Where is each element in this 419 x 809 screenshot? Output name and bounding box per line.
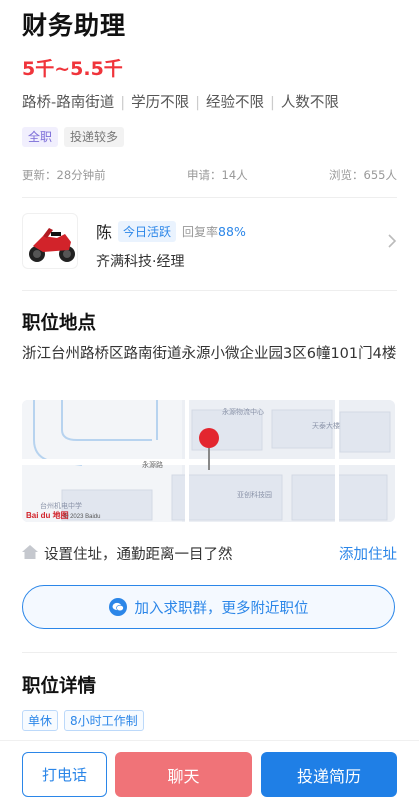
stat-updated: 更新：28分钟前 bbox=[22, 168, 106, 182]
map-place-d: 台州机电中学 bbox=[40, 501, 82, 510]
meta-area: 路桥-路南街道 bbox=[22, 95, 115, 111]
recruiter-name: 陈 bbox=[96, 223, 113, 242]
job-address: 浙江台州路桥区路南街道永源小微企业园3区6幢101门4楼 bbox=[22, 346, 397, 362]
divider bbox=[22, 290, 397, 291]
salary: 5千~5.5千 bbox=[22, 58, 123, 80]
commute-hint: 设置住址，通勤距离一目了然 bbox=[44, 547, 233, 563]
recruiter-company: 齐满科技·经理 bbox=[96, 254, 185, 270]
job-meta: 路桥-路南街道 | 学历不限 | 经验不限 | 人数不限 bbox=[22, 95, 339, 111]
map-road-label: 永源路 bbox=[142, 460, 163, 469]
divider bbox=[22, 652, 397, 653]
chevron-right-icon bbox=[388, 234, 397, 248]
call-button[interactable]: 打电话 bbox=[22, 752, 107, 797]
bottom-action-bar: 打电话 聊天 投递简历 bbox=[0, 740, 419, 809]
tag-fulltime: 全职 bbox=[22, 127, 59, 147]
add-address-link[interactable]: 添加住址 bbox=[339, 543, 397, 564]
tag-single-rest: 单休 bbox=[22, 710, 59, 731]
join-group-button[interactable]: 加入求职群，更多附近职位 bbox=[22, 585, 395, 629]
job-tags: 全职 投递较多 bbox=[22, 127, 125, 147]
map-copyright: © 2023 Baidu bbox=[64, 513, 100, 520]
join-group-label: 加入求职群，更多附近职位 bbox=[134, 600, 309, 617]
recruiter-card[interactable]: 陈 今日活跃 回复率 88% 齐满科技·经理 bbox=[22, 213, 397, 275]
tag-many-applicants: 投递较多 bbox=[64, 127, 125, 147]
location-heading: 职位地点 bbox=[22, 313, 97, 334]
wechat-icon bbox=[108, 598, 127, 616]
reply-rate-label: 回复率 bbox=[182, 224, 219, 239]
stat-views: 浏览：655人 bbox=[329, 168, 397, 182]
map-place-b: 天泰大楼 bbox=[312, 421, 340, 430]
map-baidu-logo: Bai du 地图 bbox=[26, 510, 69, 520]
chat-button[interactable]: 聊天 bbox=[115, 752, 252, 797]
reply-rate-value: 88% bbox=[218, 223, 246, 239]
commute-row: 设置住址，通勤距离一目了然 添加住址 bbox=[22, 543, 397, 563]
job-title: 财务助理 bbox=[22, 11, 127, 40]
home-icon bbox=[22, 545, 38, 559]
meta-education: 学历不限 bbox=[131, 95, 190, 111]
divider bbox=[22, 197, 397, 198]
job-stats: 更新：28分钟前 申请：14人 浏览：655人 bbox=[22, 167, 397, 183]
motorcycle-avatar bbox=[29, 228, 75, 262]
tag-8-hour: 8小时工作制 bbox=[64, 710, 144, 731]
meta-experience: 经验不限 bbox=[206, 95, 265, 111]
stat-applied: 申请：14人 bbox=[187, 168, 248, 182]
active-badge: 今日活跃 bbox=[118, 220, 177, 242]
map-place-c: 亚创科技园 bbox=[237, 490, 272, 499]
detail-tags: 单休 8小时工作制 bbox=[22, 710, 144, 731]
details-heading: 职位详情 bbox=[22, 676, 97, 697]
meta-headcount: 人数不限 bbox=[280, 95, 339, 111]
location-map[interactable]: 永源路 永源物流中心 天泰大楼 亚创科技园 台州机电中学 Bai du 地图 ©… bbox=[22, 400, 395, 522]
recruiter-avatar bbox=[22, 213, 78, 269]
apply-button[interactable]: 投递简历 bbox=[261, 752, 397, 797]
map-place-a: 永源物流中心 bbox=[222, 407, 264, 416]
